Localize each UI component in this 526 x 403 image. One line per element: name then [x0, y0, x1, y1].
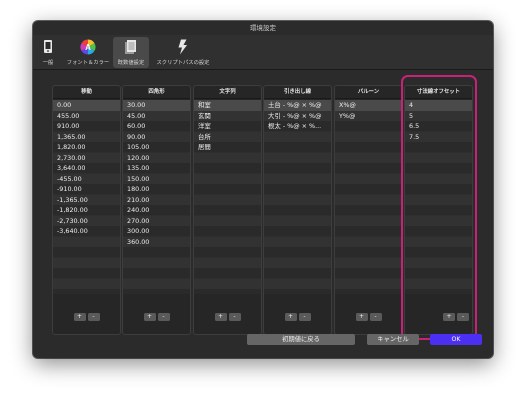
preferences-toolbar: 一般 A フォント＆カラー 既数値設定 スクリプトパスの設定 — [33, 35, 493, 70]
table-row[interactable]: 和室 — [194, 100, 261, 111]
table-row[interactable]: 910.00 — [53, 121, 120, 132]
table-row[interactable]: 洋室 — [194, 121, 261, 132]
highlight-annotation — [401, 75, 477, 340]
add-button[interactable]: + — [355, 312, 368, 321]
column-header: 引き出し線 — [264, 86, 331, 99]
remove-button[interactable]: - — [87, 312, 100, 321]
add-button[interactable]: + — [284, 312, 297, 321]
column-panel-move: 移動 0.00 455.00 910.00 1,365.00 1,820.00 2,730… — [52, 85, 121, 335]
column-panel-leader-line: 引き出し線 土台 - %@ × %@ 大引 - %@ × %@ 根太 - %@ × … — [263, 85, 332, 335]
table-row[interactable]: 土台 - %@ × %@ — [264, 100, 331, 111]
preferences-window: 環境設定 一般 A フォント＆カラー 既数値設定 スクリプトパスの設定 移動 0… — [33, 21, 493, 358]
add-button[interactable]: + — [143, 312, 156, 321]
toolbar-item-label: スクリプトパスの設定 — [156, 60, 210, 66]
value-list[interactable]: X%@ Y%@ — [335, 100, 402, 294]
table-row[interactable]: 120.00 — [123, 153, 190, 164]
table-row[interactable]: 270.00 — [123, 216, 190, 227]
table-row[interactable]: 1,820.00 — [53, 142, 120, 153]
toolbar-item-general[interactable]: 一般 — [36, 37, 60, 68]
column-panel-string: 文字列 和室 玄関 洋室 台所 居間 + - — [193, 85, 262, 335]
toolbar-item-label: フォント＆カラー — [66, 60, 110, 66]
toolbar-item-label: 既数値設定 — [117, 60, 145, 66]
table-row[interactable]: 455.00 — [53, 111, 120, 122]
window-title: 環境設定 — [250, 24, 276, 32]
list-buttons: + - — [335, 306, 402, 321]
toolbar-item-script-path[interactable]: スクリプトパスの設定 — [150, 37, 216, 68]
column-panel-rectangle: 四角形 30.00 45.00 60.00 90.00 105.00 120.00 135.… — [122, 85, 191, 335]
column-header: バルーン — [335, 86, 402, 99]
table-row[interactable]: X%@ — [335, 100, 402, 111]
reset-defaults-button[interactable]: 初期値に戻る — [247, 334, 355, 345]
table-row[interactable]: 30.00 — [123, 100, 190, 111]
value-list[interactable]: 土台 - %@ × %@ 大引 - %@ × %@ 根太 - %@ × %... — [264, 100, 331, 294]
script-lightning-icon — [178, 39, 187, 55]
table-row[interactable]: 玄関 — [194, 111, 261, 122]
cancel-button[interactable]: キャンセル — [367, 334, 419, 345]
table-row[interactable]: 300.00 — [123, 226, 190, 237]
table-row[interactable]: -455.00 — [53, 174, 120, 185]
column-header: 四角形 — [123, 86, 190, 99]
table-row[interactable]: 45.00 — [123, 111, 190, 122]
remove-button[interactable]: - — [298, 312, 311, 321]
table-row[interactable]: 135.00 — [123, 163, 190, 174]
document-stack-icon — [125, 40, 136, 54]
table-row[interactable]: 0.00 — [53, 100, 120, 111]
list-buttons: + - — [53, 306, 120, 321]
table-row[interactable]: -910.00 — [53, 184, 120, 195]
table-row[interactable]: 210.00 — [123, 195, 190, 206]
column-panel-balloon: バルーン X%@ Y%@ + - — [334, 85, 403, 335]
list-buttons: + - — [194, 306, 261, 321]
table-row[interactable]: 180.00 — [123, 184, 190, 195]
table-row[interactable]: -3,640.00 — [53, 226, 120, 237]
table-row[interactable]: 360.00 — [123, 237, 190, 248]
table-row[interactable]: 居間 — [194, 142, 261, 153]
table-row[interactable]: Y%@ — [335, 111, 402, 122]
svg-text:A: A — [85, 43, 91, 52]
table-row[interactable]: -1,365.00 — [53, 195, 120, 206]
ok-button[interactable]: OK — [430, 334, 482, 345]
add-button[interactable]: + — [214, 312, 227, 321]
remove-button[interactable]: - — [369, 312, 382, 321]
table-row[interactable]: -1,820.00 — [53, 205, 120, 216]
value-list[interactable]: 和室 玄関 洋室 台所 居間 — [194, 100, 261, 294]
table-row[interactable]: 150.00 — [123, 174, 190, 185]
table-row[interactable]: -2,730.00 — [53, 216, 120, 227]
general-device-icon — [44, 40, 52, 53]
column-header: 文字列 — [194, 86, 261, 99]
color-wheel-icon: A — [80, 39, 96, 55]
table-row[interactable]: 240.00 — [123, 205, 190, 216]
toolbar-item-defaults[interactable]: 既数値設定 — [113, 37, 149, 68]
value-list[interactable]: 30.00 45.00 60.00 90.00 105.00 120.00 135.00 15… — [123, 100, 190, 294]
table-row[interactable]: 根太 - %@ × %... — [264, 121, 331, 132]
toolbar-item-label: 一般 — [42, 60, 54, 66]
value-list[interactable]: 0.00 455.00 910.00 1,365.00 1,820.00 2,730.00… — [53, 100, 120, 294]
table-row[interactable]: 60.00 — [123, 121, 190, 132]
list-buttons: + - — [123, 306, 190, 321]
table-row[interactable]: 105.00 — [123, 142, 190, 153]
table-row[interactable]: 2,730.00 — [53, 153, 120, 164]
table-row[interactable]: 90.00 — [123, 132, 190, 143]
column-header: 移動 — [53, 86, 120, 99]
add-button[interactable]: + — [73, 312, 86, 321]
table-row[interactable]: 台所 — [194, 132, 261, 143]
remove-button[interactable]: - — [157, 312, 170, 321]
table-row[interactable]: 3,640.00 — [53, 163, 120, 174]
table-row[interactable]: 1,365.00 — [53, 132, 120, 143]
toolbar-item-font-color[interactable]: A フォント＆カラー — [63, 37, 113, 68]
table-row[interactable]: 大引 - %@ × %@ — [264, 111, 331, 122]
list-buttons: + - — [264, 306, 331, 321]
remove-button[interactable]: - — [228, 312, 241, 321]
